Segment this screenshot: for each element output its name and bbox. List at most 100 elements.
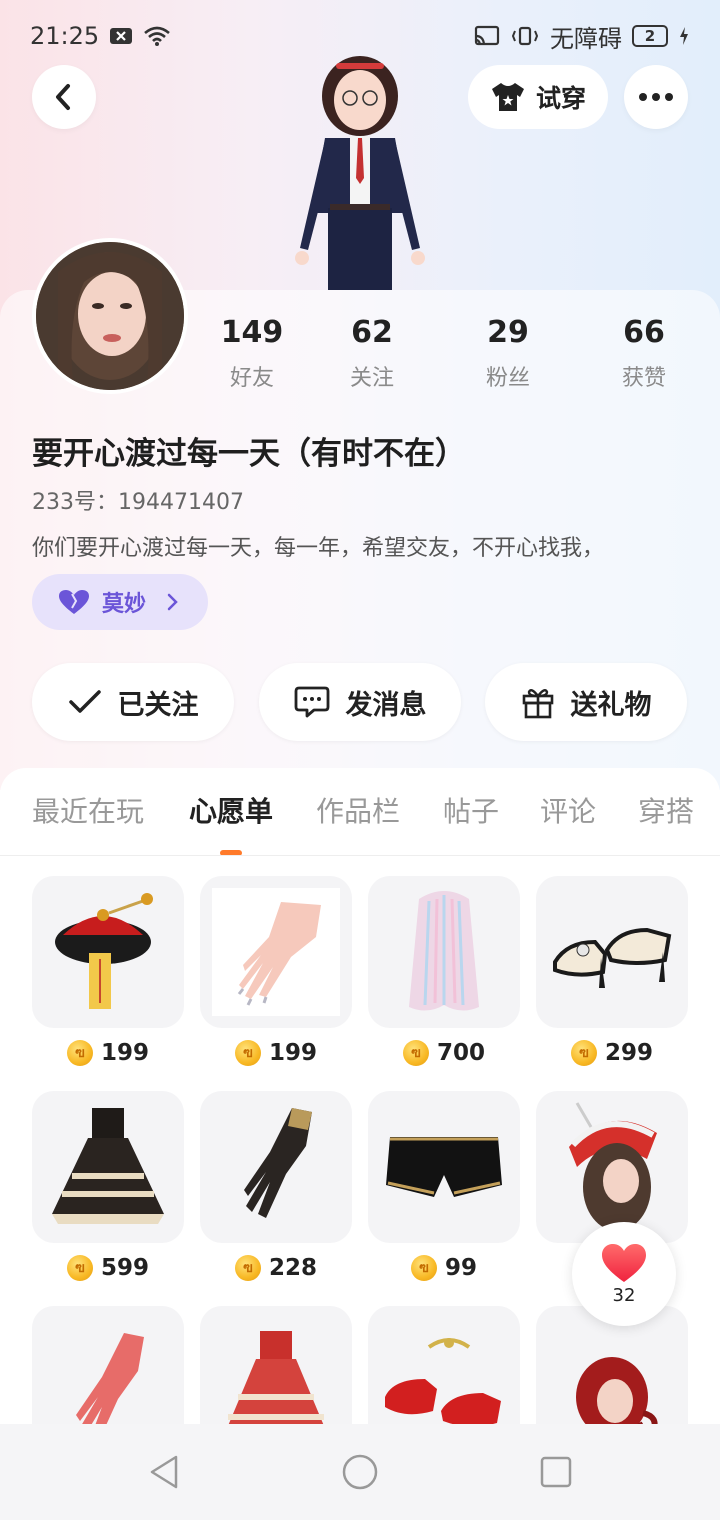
coin-icon: ฃ (66, 1255, 93, 1281)
price-value: 99 (444, 1255, 477, 1281)
tshirt-icon (491, 83, 524, 111)
recents-nav-button[interactable] (536, 1452, 576, 1492)
stat-following[interactable]: 62 关注 (312, 315, 432, 392)
coin-icon: ฃ (570, 1040, 597, 1066)
item-thumbnail (368, 1091, 520, 1243)
stat-label: 获赞 (621, 366, 666, 391)
vibrate-icon (510, 25, 540, 47)
tag-label: 莫妙 (102, 592, 147, 617)
more-button[interactable] (624, 65, 688, 129)
profile-stats: 149 好友 62 关注 29 粉丝 66 获赞 (190, 315, 710, 395)
wishlist-item[interactable]: ฃ 199 (200, 876, 352, 1066)
like-button[interactable]: 32 (572, 1222, 676, 1326)
avatar[interactable] (32, 238, 188, 394)
stat-likes[interactable]: 66 获赞 (584, 315, 704, 392)
stat-value: 149 (220, 315, 284, 350)
tab-recently-played[interactable]: 最近在玩 (32, 790, 144, 830)
followed-button[interactable]: 已关注 (32, 663, 234, 741)
price-value: 700 (436, 1040, 485, 1066)
gift-icon (522, 689, 553, 719)
coin-icon: ฃ (234, 1255, 261, 1281)
heart-icon (59, 590, 89, 614)
circle-home-icon (342, 1454, 378, 1490)
home-nav-button[interactable] (340, 1452, 380, 1492)
stat-fans[interactable]: 29 粉丝 (448, 315, 568, 392)
tab-works[interactable]: 作品栏 (316, 790, 400, 830)
item-thumbnail (200, 876, 352, 1028)
accessibility-text: 无障碍 (550, 24, 622, 53)
item-price: ฃ 599 (32, 1255, 184, 1281)
wifi-icon (143, 25, 171, 47)
tab-outfits[interactable]: 穿搭 (638, 790, 694, 830)
price-value: 299 (604, 1040, 653, 1066)
more-horizontal-icon (639, 93, 673, 101)
item-price: ฃ 299 (536, 1040, 688, 1066)
back-nav-button[interactable] (144, 1452, 184, 1492)
system-navigation-bar (0, 1424, 720, 1520)
tag-chip[interactable]: 莫妙 (32, 574, 208, 630)
price-value: 228 (268, 1255, 317, 1281)
item-thumbnail (536, 876, 688, 1028)
avatar-3d-figure (270, 48, 450, 290)
coin-icon: ฃ (234, 1040, 261, 1066)
item-thumbnail (368, 876, 520, 1028)
wishlist-item[interactable]: ฃ 99 (368, 1091, 520, 1281)
try-on-label: 试穿 (535, 84, 586, 113)
stat-value: 29 (487, 315, 529, 350)
check-icon (68, 690, 101, 713)
price-value: 599 (100, 1255, 149, 1281)
chevron-right-icon (167, 593, 178, 611)
message-icon (294, 686, 329, 718)
price-value: 199 (100, 1040, 149, 1066)
stat-label: 粉丝 (485, 366, 530, 391)
send-message-button[interactable]: 发消息 (259, 663, 461, 741)
item-price: ฃ 199 (200, 1040, 352, 1066)
heart-icon (602, 1243, 646, 1282)
divider (0, 855, 720, 856)
battery-icon: 2 (632, 25, 668, 47)
coin-icon: ฃ (402, 1040, 429, 1066)
wishlist-item[interactable]: ฃ 599 (32, 1091, 184, 1281)
item-price: ฃ 99 (368, 1255, 520, 1281)
stat-value: 66 (623, 315, 665, 350)
tab-posts[interactable]: 帖子 (443, 790, 499, 830)
wishlist-item[interactable]: ฃ 299 (536, 876, 688, 1066)
chevron-left-icon (56, 84, 70, 110)
back-button[interactable] (32, 65, 96, 129)
coin-icon: ฃ (410, 1255, 437, 1281)
item-price: ฃ 228 (200, 1255, 352, 1281)
followed-label: 已关注 (117, 689, 199, 721)
wishlist-item[interactable]: ฃ 228 (200, 1091, 352, 1281)
stat-friends[interactable]: 149 好友 (192, 315, 312, 392)
item-thumbnail (200, 1091, 352, 1243)
coin-icon: ฃ (66, 1040, 93, 1066)
stat-label: 好友 (229, 366, 274, 391)
nickname: 要开心渡过每一天（有时不在） (32, 436, 466, 472)
send-gift-button[interactable]: 送礼物 (485, 663, 687, 741)
square-recents-icon (540, 1456, 572, 1488)
send-gift-label: 送礼物 (570, 689, 652, 721)
status-time: 21:25 (30, 22, 100, 50)
item-thumbnail (32, 876, 184, 1028)
charging-icon (678, 26, 690, 46)
like-count: 32 (612, 1284, 636, 1306)
price-value: 199 (268, 1040, 317, 1066)
item-price: ฃ 199 (32, 1040, 184, 1066)
profile-tabs: 最近在玩 心愿单 作品栏 帖子 评论 穿搭 (0, 790, 720, 856)
try-on-button[interactable]: 试穿 (468, 65, 608, 129)
tab-comments[interactable]: 评论 (540, 790, 596, 830)
battery-level: 2 (644, 27, 656, 45)
tab-wishlist[interactable]: 心愿单 (189, 790, 273, 830)
bio: 你们要开心渡过每一天，每一年，希望交友，不开心找我， (32, 536, 605, 561)
triangle-back-icon (150, 1455, 178, 1489)
item-price: ฃ 700 (368, 1040, 520, 1066)
send-message-label: 发消息 (345, 689, 427, 721)
item-thumbnail (32, 1091, 184, 1243)
wishlist-item[interactable]: ฃ 700 (368, 876, 520, 1066)
item-thumbnail (536, 1091, 688, 1243)
notification-icon (109, 26, 133, 46)
wishlist-item[interactable]: ฃ 199 (32, 876, 184, 1066)
user-id: 233号：194471407 (32, 490, 244, 515)
cast-icon (474, 25, 500, 47)
stat-value: 62 (351, 315, 393, 350)
